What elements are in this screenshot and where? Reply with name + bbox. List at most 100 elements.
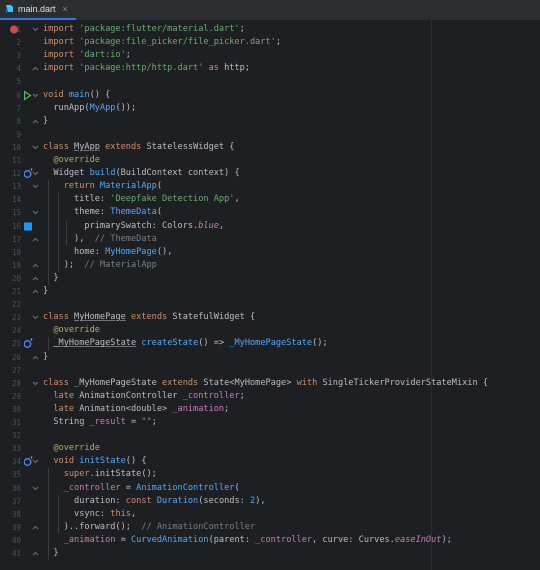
code-line[interactable]: 21} [0, 285, 540, 298]
code-token: this [110, 508, 131, 519]
code-line[interactable]: 3 import 'dart:io'; [0, 49, 540, 62]
fold-chevron-down-icon[interactable] [31, 377, 39, 390]
fold-chevron-down-icon[interactable] [31, 89, 39, 102]
code-line[interactable]: 35 super.initState(); [0, 468, 540, 481]
code-token: MyHomePage [105, 246, 157, 257]
code-line[interactable]: 23 class MyHomePage extends StatefulWidge… [0, 311, 540, 324]
code-line[interactable]: 10 class MyApp extends StatelessWidget { [0, 141, 540, 154]
breakpoint-icon[interactable] [10, 23, 24, 36]
code-token: = [115, 534, 131, 545]
fold-chevron-down-icon[interactable] [31, 311, 39, 324]
code-line[interactable]: 17 ), // ThemeData [0, 233, 540, 246]
code-line[interactable]: 14 title: 'Deepfake Detection App', [0, 193, 540, 206]
code-line[interactable]: 31 String _result = ""; [0, 416, 540, 429]
fold-end-icon[interactable] [31, 272, 39, 285]
code-line[interactable]: 36 _controller = AnimationController( [0, 482, 540, 495]
line-number: 3 [16, 51, 21, 61]
code-text: class MyApp extends StatelessWidget { [43, 141, 234, 154]
code-text: import 'package:flutter/material.dart'; [43, 23, 245, 36]
fold-chevron-down-icon[interactable] [31, 455, 39, 468]
line-number: 18 [11, 247, 21, 257]
code-token: ; [239, 390, 245, 401]
code-line[interactable]: 34 void initState() { [0, 455, 540, 468]
code-line[interactable]: 33 @override [0, 442, 540, 455]
code-line[interactable]: 29 late AnimationController _controller; [0, 390, 540, 403]
code-line[interactable]: 6 void main() { [0, 89, 540, 102]
code-text: primarySwatch: Colors.blue, [43, 220, 224, 233]
fold-chevron-down-icon[interactable] [31, 141, 39, 154]
fold-end-icon[interactable] [31, 115, 39, 128]
code-line[interactable]: 25 _MyHomePageState createState() => _My… [0, 337, 540, 350]
code-line[interactable]: 1 import 'package:flutter/material.dart'; [0, 23, 540, 36]
color-swatch-icon[interactable] [24, 220, 38, 233]
fold-chevron-down-icon[interactable] [31, 167, 39, 180]
code-text: void initState() { [43, 455, 146, 468]
code-line[interactable]: 26} [0, 351, 540, 364]
code-line[interactable]: 20 } [0, 272, 540, 285]
code-line[interactable]: 11 @override [0, 154, 540, 167]
code-text: Widget build(BuildContext context) { [43, 167, 239, 180]
code-line[interactable]: 30 late Animation<double> _animation; [0, 403, 540, 416]
code-line[interactable]: 2 import 'package:file_picker/file_picker… [0, 36, 540, 49]
dart-file-icon [5, 5, 13, 13]
code-line[interactable]: 40 _animation = CurvedAnimation(parent: … [0, 534, 540, 547]
code-line[interactable]: 18 home: MyHomePage(), [0, 246, 540, 259]
line-number: 20 [11, 273, 21, 283]
fold-end-icon[interactable] [31, 233, 39, 246]
code-token: @override [43, 155, 100, 165]
code-line[interactable]: 22 [0, 298, 540, 311]
code-line[interactable]: 24 @override [0, 324, 540, 337]
code-token: createState [136, 338, 199, 349]
code-text: ), // ThemeData [43, 233, 157, 246]
code-token: as [208, 63, 225, 74]
fold-chevron-down-icon[interactable] [31, 23, 39, 36]
code-line[interactable]: 13 return MaterialApp( [0, 180, 540, 193]
code-line[interactable]: 7 runApp(MyApp()); [0, 102, 540, 115]
line-number: 35 [11, 470, 21, 480]
code-token: class [43, 141, 75, 152]
code-line[interactable]: 37 duration: const Duration(seconds: 2), [0, 495, 540, 508]
code-line[interactable]: 27 [0, 364, 540, 377]
line-number: 2 [16, 38, 21, 48]
code-token: initState [79, 456, 126, 467]
code-editor[interactable]: 1 import 'package:flutter/material.dart';… [0, 20, 540, 570]
code-token: State<MyHomePage> [203, 377, 297, 388]
line-number: 17 [11, 234, 21, 244]
fold-end-icon[interactable] [31, 521, 39, 534]
code-token: import [43, 24, 80, 34]
line-number: 10 [11, 142, 21, 152]
fold-end-icon[interactable] [31, 351, 39, 364]
override-icon[interactable] [24, 337, 38, 350]
code-token: ); [441, 534, 452, 545]
code-token: , [234, 194, 240, 205]
fold-end-icon[interactable] [31, 259, 39, 272]
code-line[interactable]: 38 vsync: this, [0, 508, 540, 521]
code-token: easeInOut [394, 534, 442, 545]
code-text: runApp(MyApp()); [43, 102, 136, 115]
code-line[interactable]: 16 primarySwatch: Colors.blue, [0, 220, 540, 233]
code-token: void [43, 89, 69, 100]
code-line[interactable]: 41 } [0, 547, 540, 560]
code-line[interactable]: 15 theme: ThemeData( [0, 206, 540, 219]
close-icon[interactable]: × [63, 4, 68, 14]
code-line[interactable]: 8} [0, 115, 540, 128]
code-line[interactable]: 12 Widget build(BuildContext context) { [0, 167, 540, 180]
fold-end-icon[interactable] [31, 62, 39, 75]
code-line[interactable]: 5 [0, 75, 540, 88]
line-number: 11 [11, 156, 21, 165]
code-line[interactable]: 19 ); // MaterialApp [0, 259, 540, 272]
code-line[interactable]: 9 [0, 128, 540, 141]
fold-chevron-down-icon[interactable] [31, 482, 39, 495]
code-line[interactable]: 32 [0, 429, 540, 442]
fold-chevron-down-icon[interactable] [31, 180, 39, 193]
code-line[interactable]: 28 class _MyHomePageState extends State<M… [0, 377, 540, 390]
code-token: SingleTickerProviderStateMixin { [322, 377, 489, 388]
code-text: late Animation<double> _animation; [43, 403, 229, 416]
code-line[interactable]: 39 )..forward(); // AnimationController [0, 521, 540, 534]
line-number: 27 [11, 365, 21, 375]
fold-end-icon[interactable] [31, 285, 39, 298]
tab-main-dart[interactable]: main.dart × [0, 0, 76, 20]
fold-chevron-down-icon[interactable] [31, 206, 39, 219]
fold-end-icon[interactable] [31, 547, 39, 560]
code-line[interactable]: 4 import 'package:http/http.dart' as http… [0, 62, 540, 75]
